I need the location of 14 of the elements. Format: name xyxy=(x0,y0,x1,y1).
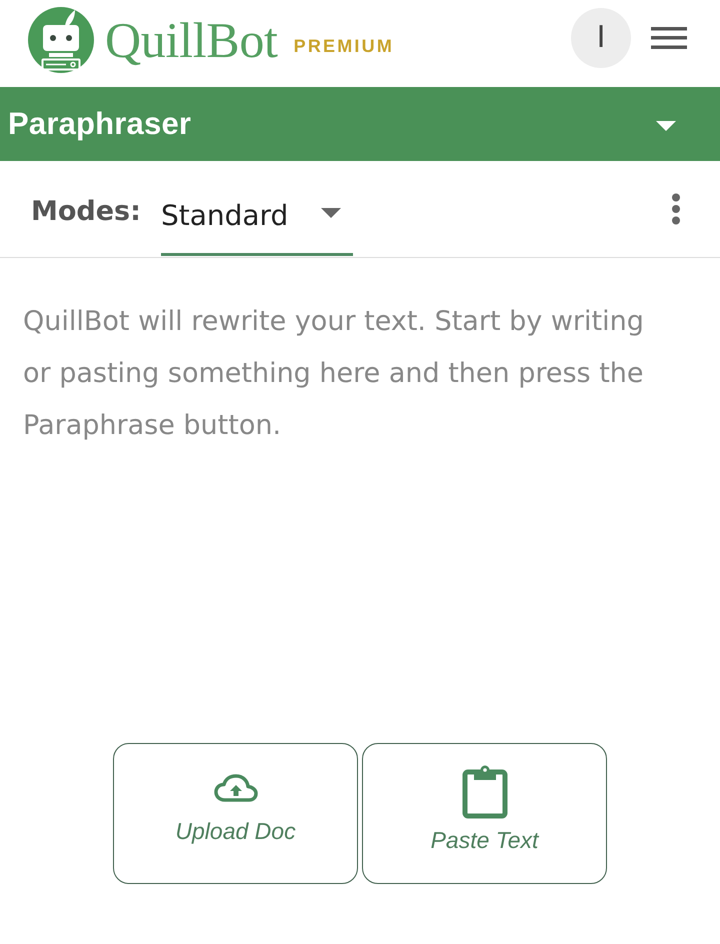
more-options-icon[interactable] xyxy=(671,193,681,225)
modes-label: Modes: xyxy=(31,196,141,226)
caret-icon[interactable] xyxy=(656,121,676,131)
paste-text-button[interactable]: Paste Text xyxy=(362,743,607,884)
cloud-upload-icon xyxy=(214,774,258,802)
clipboard-icon xyxy=(462,765,508,819)
avatar-button[interactable]: I xyxy=(571,8,631,68)
robot-logo-icon xyxy=(28,6,94,72)
upload-doc-button[interactable]: Upload Doc xyxy=(113,743,358,884)
plan-label: PREMIUM xyxy=(294,36,394,57)
caret-icon xyxy=(320,208,341,218)
brand-name: QuillBot xyxy=(105,14,278,64)
menu-icon[interactable] xyxy=(651,26,687,48)
tool-title[interactable]: Paraphraser xyxy=(8,106,192,142)
